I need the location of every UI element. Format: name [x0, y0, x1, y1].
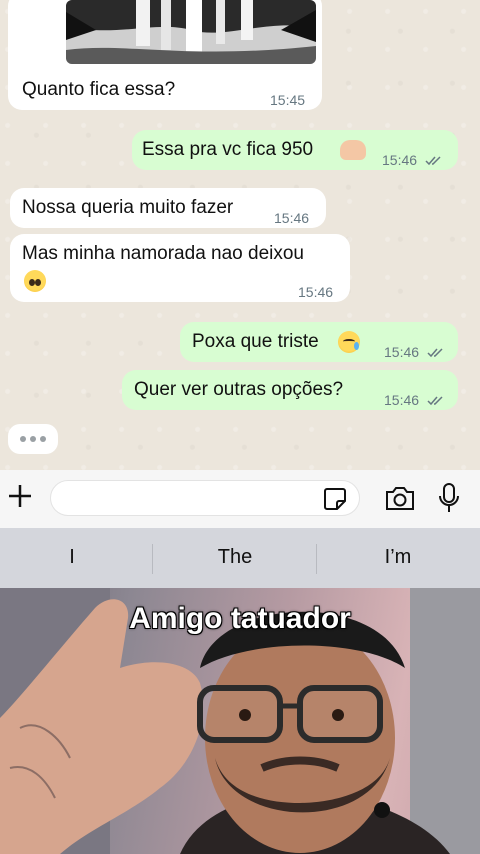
waterfall-image[interactable]	[66, 0, 316, 64]
message-text: Essa pra vc fica 950	[142, 139, 314, 160]
message-text: Mas minha namorada nao deixou	[22, 243, 305, 264]
message-input[interactable]	[50, 480, 360, 516]
double-check-icon	[425, 156, 441, 166]
message-text: Quer ver outras opções?	[134, 379, 344, 400]
incoming-message[interactable]: Mas minha namorada nao deixou 15:46	[10, 234, 350, 302]
suggestion-item[interactable]: I	[0, 546, 152, 569]
chat-area[interactable]: Quanto fica essa? 15:45 Essa pra vc fica…	[0, 0, 480, 470]
message-text: Quanto fica essa?	[22, 79, 176, 100]
message-time: 15:46	[298, 284, 334, 300]
message-time: 15:46	[384, 388, 445, 412]
video-caption: Amigo tatuador	[129, 602, 351, 635]
message-text: Nossa queria muito fazer	[22, 197, 234, 218]
microphone-icon[interactable]	[438, 482, 460, 514]
divider	[316, 544, 317, 574]
outgoing-message[interactable]: Essa pra vc fica 950 15:46	[132, 130, 458, 170]
reaction-video: Amigo tatuador	[0, 588, 480, 854]
crying-face-icon	[338, 331, 360, 353]
keyboard-suggestions: I The I’m	[0, 528, 480, 588]
incoming-message[interactable]: Nossa queria muito fazer 15:46	[10, 188, 326, 228]
plus-icon[interactable]	[6, 482, 34, 510]
suggestion-item[interactable]: I’m	[318, 546, 478, 569]
message-time: 15:46	[384, 340, 445, 364]
message-text: Poxa que triste	[192, 331, 319, 352]
suggestion-item[interactable]: The	[155, 546, 315, 569]
message-input-bar	[0, 470, 480, 528]
message-time: 15:45	[270, 92, 306, 108]
message-time: 15:46	[274, 210, 310, 226]
camera-icon[interactable]	[384, 484, 416, 512]
typing-indicator	[8, 424, 58, 454]
outgoing-message[interactable]: Quer ver outras opções? 15:46	[122, 370, 458, 410]
divider	[152, 544, 153, 574]
sticker-icon[interactable]	[322, 486, 348, 512]
message-time: 15:46	[382, 148, 443, 172]
double-check-icon	[427, 396, 443, 406]
pleading-face-icon	[24, 270, 46, 292]
palms-up-together-icon	[340, 140, 366, 160]
image-message-bubble[interactable]: Quanto fica essa? 15:45	[8, 0, 322, 110]
double-check-icon	[427, 348, 443, 358]
outgoing-message[interactable]: Poxa que triste 15:46	[180, 322, 458, 362]
